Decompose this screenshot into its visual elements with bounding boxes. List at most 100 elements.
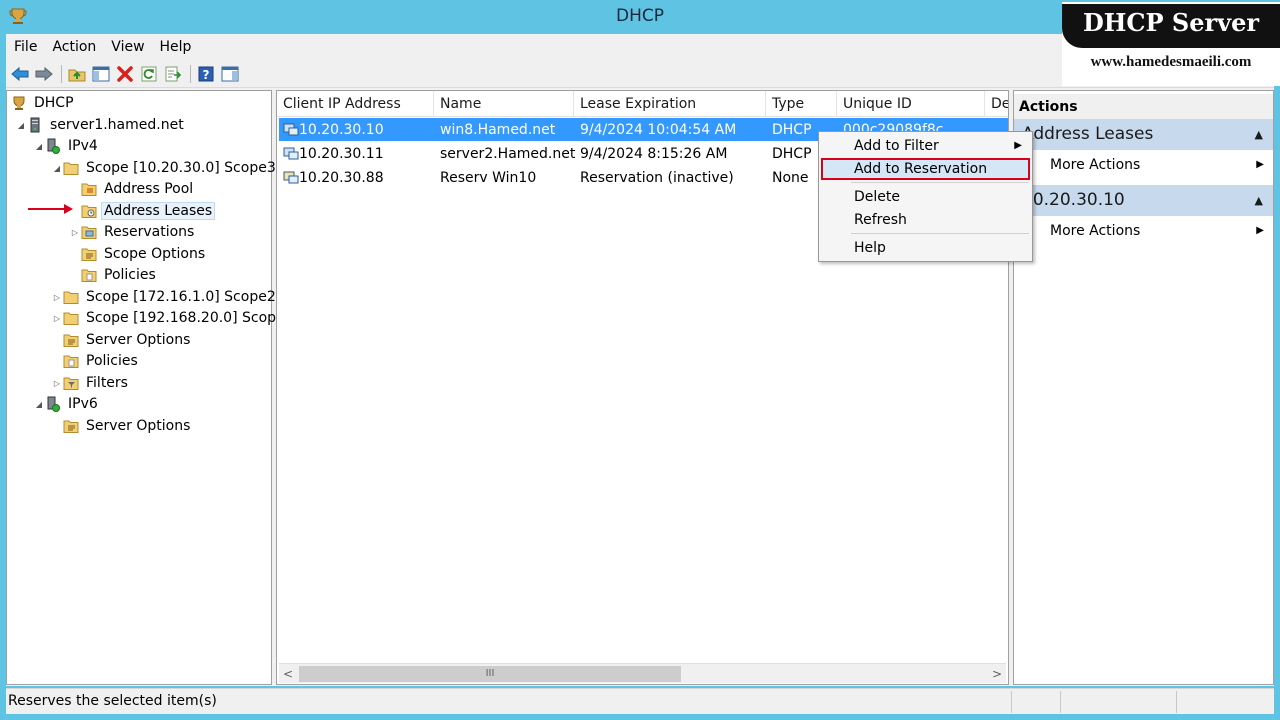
tree-item-server-options[interactable]: Server Options <box>63 330 193 350</box>
collapse-icon[interactable]: ◢ <box>15 121 27 130</box>
section-title: Address Leases <box>1022 124 1154 144</box>
column-header-lease-expiration[interactable]: Lease Expiration <box>574 91 766 117</box>
show-hide-action-pane-icon[interactable] <box>219 63 241 85</box>
collapse-icon[interactable]: ◢ <box>33 142 45 151</box>
export-list-icon[interactable] <box>162 63 184 85</box>
address-pool-icon <box>81 181 97 197</box>
console-tree[interactable]: DHCP ◢ server1.hamed.net ◢ IPv4 ◢ Scope … <box>6 90 294 685</box>
policies-icon <box>81 267 97 283</box>
horizontal-scrollbar[interactable]: < III > <box>279 663 1006 683</box>
submenu-arrow-icon: ▶ <box>1014 140 1022 151</box>
status-divider <box>1011 691 1012 713</box>
folder-icon <box>63 160 79 176</box>
tree-item-address-leases[interactable]: Address Leases <box>81 201 216 221</box>
tree-item-policies[interactable]: Policies <box>63 351 141 371</box>
section-title: 10.20.30.10 <box>1022 190 1125 210</box>
scroll-thumb[interactable]: III <box>299 666 681 682</box>
actions-pane: Actions Address Leases ▲ More Actions ▶ … <box>1013 90 1274 685</box>
forward-icon[interactable] <box>33 63 55 85</box>
tree-item-server[interactable]: ◢ server1.hamed.net <box>15 115 187 135</box>
address-leases-icon <box>81 203 97 219</box>
expand-icon[interactable]: ▷ <box>69 228 81 237</box>
tree-item-scope-options[interactable]: Scope Options <box>81 244 208 264</box>
toolbar-separator <box>61 64 62 83</box>
menu-separator <box>851 182 1029 183</box>
toolbar-separator <box>190 64 191 83</box>
submenu-arrow-icon: ▶ <box>1256 159 1264 170</box>
expand-icon[interactable]: ▷ <box>51 314 63 323</box>
cell-name: server2.Hamed.net <box>440 146 576 162</box>
server-options-icon <box>63 332 79 348</box>
column-header-type[interactable]: Type <box>766 91 837 117</box>
menu-item-label: Refresh <box>854 212 907 228</box>
scroll-left-icon[interactable]: < <box>279 664 297 684</box>
tree-item-scope1[interactable]: ▷ Scope [192.168.20.0] Scope1 <box>51 308 297 328</box>
collapse-caret-icon[interactable]: ▲ <box>1255 119 1263 150</box>
tree-item-ipv6[interactable]: ◢ IPv6 <box>33 394 101 414</box>
actions-section-selected-lease[interactable]: 10.20.30.10 ▲ <box>1014 185 1273 216</box>
expand-icon[interactable]: ▷ <box>51 293 63 302</box>
tree-item-dhcp[interactable]: DHCP <box>11 93 77 113</box>
tree-item-scope2[interactable]: ▷ Scope [172.16.1.0] Scope2 <box>51 287 279 307</box>
tree-item-label: Reservations <box>104 224 195 240</box>
action-more-actions[interactable]: More Actions ▶ <box>1050 154 1270 176</box>
menu-view[interactable]: View <box>111 39 144 55</box>
show-hide-tree-icon[interactable] <box>90 63 112 85</box>
cell-client-ip: 10.20.30.88 <box>299 170 384 186</box>
menu-item-label: Add to Filter <box>854 138 939 154</box>
cell-client-ip: 10.20.30.10 <box>299 122 384 138</box>
tree-item-ipv6-server-options[interactable]: Server Options <box>63 416 193 436</box>
collapse-icon[interactable]: ◢ <box>33 400 45 409</box>
menu-item-label: Delete <box>854 189 900 205</box>
status-divider <box>1060 691 1061 713</box>
refresh-icon[interactable] <box>138 63 160 85</box>
expand-icon[interactable]: ▷ <box>51 379 63 388</box>
tree-item-reservations[interactable]: ▷ Reservations <box>69 222 197 242</box>
cell-lease-expiration: 9/4/2024 8:15:26 AM <box>580 146 728 162</box>
menu-separator <box>851 233 1029 234</box>
back-icon[interactable] <box>9 63 31 85</box>
delete-icon[interactable] <box>114 63 136 85</box>
action-label: More Actions <box>1050 223 1141 239</box>
cell-lease-expiration: 9/4/2024 10:04:54 AM <box>580 122 737 138</box>
tree-item-label: Address Leases <box>101 202 216 220</box>
menu-item-add-to-reservation[interactable]: Add to Reservation <box>821 158 1030 180</box>
tree-item-address-pool[interactable]: Address Pool <box>81 179 196 199</box>
menu-item-delete[interactable]: Delete <box>821 186 1030 208</box>
column-header-description[interactable]: De <box>985 91 1008 117</box>
menu-item-refresh[interactable]: Refresh <box>821 209 1030 231</box>
menu-action[interactable]: Action <box>52 39 96 55</box>
menu-file[interactable]: File <box>14 39 37 55</box>
column-header-unique-id[interactable]: Unique ID <box>837 91 985 117</box>
tree-item-label: Server Options <box>86 332 191 348</box>
lease-icon <box>283 145 299 161</box>
tree-item-label: IPv6 <box>68 396 98 412</box>
up-folder-icon[interactable] <box>66 63 88 85</box>
action-more-actions[interactable]: More Actions ▶ <box>1050 220 1270 242</box>
collapse-icon[interactable]: ◢ <box>51 164 63 173</box>
policies-icon <box>63 353 79 369</box>
scroll-right-icon[interactable]: > <box>988 664 1006 684</box>
folder-icon <box>63 289 79 305</box>
menu-item-help[interactable]: Help <box>821 237 1030 259</box>
actions-title: Actions <box>1014 94 1273 120</box>
tree-item-scope3[interactable]: ◢ Scope [10.20.30.0] Scope3 <box>51 158 279 178</box>
tree-item-scope-policies[interactable]: Policies <box>81 265 159 285</box>
collapse-caret-icon[interactable]: ▲ <box>1255 185 1263 216</box>
menu-help[interactable]: Help <box>160 39 192 55</box>
scope-options-icon <box>81 246 97 262</box>
help-icon[interactable]: ? <box>195 63 217 85</box>
ipv4-icon <box>45 138 61 154</box>
column-header-name[interactable]: Name <box>434 91 574 117</box>
tree-item-ipv4[interactable]: ◢ IPv4 <box>33 136 101 156</box>
tree-item-label: Scope Options <box>104 246 206 262</box>
column-header-client-ip[interactable]: Client IP Address <box>277 91 434 117</box>
cell-lease-expiration: Reservation (inactive) <box>580 170 734 186</box>
list-header: Client IP Address Name Lease Expiration … <box>277 91 1008 117</box>
menu-item-add-to-filter[interactable]: Add to Filter ▶ <box>821 135 1030 157</box>
status-bar: Reserves the selected item(s) <box>6 688 1274 714</box>
server-options-icon <box>63 418 79 434</box>
actions-section-address-leases[interactable]: Address Leases ▲ <box>1014 119 1273 150</box>
tree-item-filters[interactable]: ▷ Filters <box>51 373 131 393</box>
status-divider <box>1176 691 1177 713</box>
